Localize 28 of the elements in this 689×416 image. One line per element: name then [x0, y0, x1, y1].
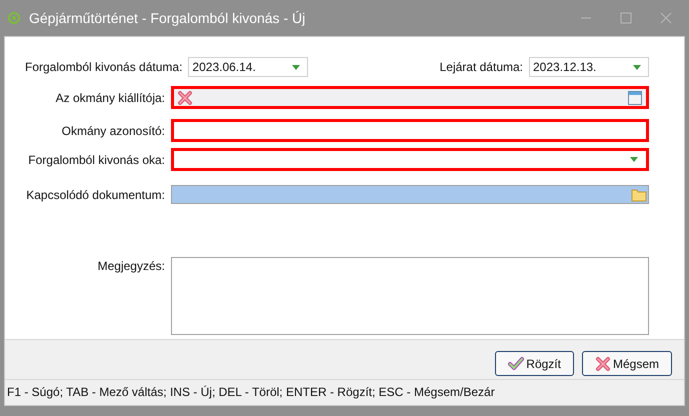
close-icon[interactable] — [660, 12, 672, 24]
input-field[interactable] — [171, 119, 649, 142]
field-label: Lejárat dátuma: — [440, 59, 523, 76]
window-icon[interactable] — [627, 90, 643, 106]
folder-icon[interactable] — [631, 188, 647, 202]
dropdown-field[interactable] — [171, 148, 649, 171]
field-label: Okmány azonosító: — [60, 122, 166, 140]
dropdown-arrow-icon — [633, 64, 641, 70]
field-label: Kapcsolódó dokumentum: — [25, 186, 166, 204]
field-label: Forgalomból kivonás dátuma: — [25, 59, 182, 76]
date-field[interactable]: 2023.12.13. — [529, 57, 649, 77]
cancel-button[interactable]: Mégsem — [582, 351, 672, 376]
field-label: Az okmány kiállítója: — [54, 90, 166, 106]
cross-icon — [594, 356, 611, 372]
dropdown-arrow-icon — [630, 157, 638, 162]
save-button[interactable]: Rögzít — [495, 351, 574, 376]
document-field[interactable] — [171, 185, 649, 204]
clear-icon[interactable] — [177, 90, 193, 106]
window-title: Gépjárműtörténet - Forgalomból kivonás - Új — [29, 8, 306, 28]
field-label: Forgalomból kivonás oka: — [27, 152, 166, 168]
date-field[interactable]: 2023.06.14. — [188, 57, 308, 77]
maximize-icon[interactable] — [620, 12, 632, 24]
app-icon — [7, 11, 21, 25]
field-label: Megjegyzés: — [96, 258, 166, 275]
note-field[interactable] — [171, 257, 649, 335]
dropdown-arrow-icon — [292, 64, 300, 70]
issuer-field[interactable] — [171, 86, 649, 109]
check-icon — [508, 356, 524, 372]
